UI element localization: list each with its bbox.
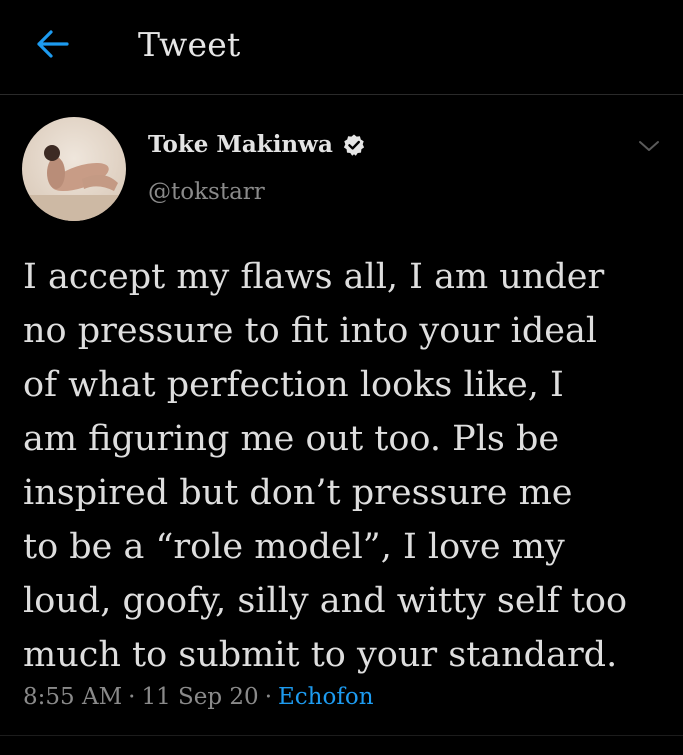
tweet-line: much to submit to your standard. — [23, 635, 618, 675]
arrow-left-icon — [37, 30, 69, 58]
more-options-button[interactable] — [633, 135, 665, 157]
profile-photo — [22, 117, 126, 221]
top-bar: Tweet — [0, 0, 683, 95]
page-title: Tweet — [138, 25, 241, 64]
avatar[interactable] — [22, 117, 126, 221]
author-name[interactable]: Toke Makinwa — [148, 128, 333, 162]
tweet-line: no pressure to fit into your ideal — [23, 311, 598, 351]
tweet-line: to be a “role model”, I love my — [23, 527, 565, 567]
verified-badge-icon — [343, 134, 364, 156]
tweet-line: inspired but don’t pressure me — [23, 473, 573, 513]
back-button[interactable] — [30, 24, 74, 64]
tweet-line: of what perfection looks like, I — [23, 365, 564, 405]
tweet-line: am figuring me out too. Pls be — [23, 419, 560, 459]
author-name-row[interactable]: Toke Makinwa — [148, 128, 366, 162]
meta-separator: · — [264, 684, 272, 710]
divider — [0, 735, 683, 736]
meta-separator: · — [128, 684, 136, 710]
tweet-line: I accept my flaws all, I am under — [23, 257, 605, 297]
author-handle[interactable]: @tokstarr — [148, 176, 265, 208]
tweet-source-link[interactable]: Echofon — [278, 684, 374, 710]
tweet-text: I accept my flaws all, I am under no pre… — [23, 250, 673, 682]
tweet-date: 11 Sep 20 — [141, 684, 259, 710]
tweet-meta: 8:55 AM · 11 Sep 20 · Echofon — [23, 680, 374, 714]
tweet-time: 8:55 AM — [23, 684, 123, 710]
chevron-down-icon — [639, 141, 659, 151]
tweet-line: loud, goofy, silly and witty self too — [23, 581, 628, 621]
